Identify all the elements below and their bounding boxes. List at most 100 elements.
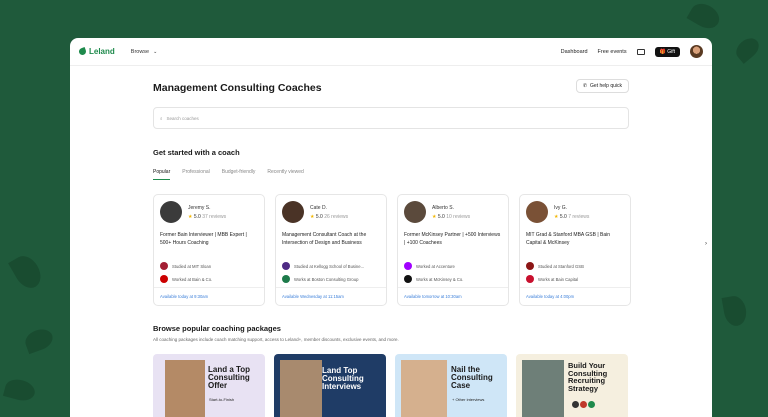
divider [520, 287, 630, 288]
school-logo-icon [160, 262, 168, 270]
coach-rating: 5.0 [315, 213, 323, 220]
package-photo [165, 360, 205, 417]
availability-link[interactable]: Available tomorrow at 10:30am [404, 294, 462, 299]
tab-popular[interactable]: Popular [153, 169, 171, 180]
background-decoration [22, 325, 56, 355]
packages-subtitle: All coaching packages include coach matc… [153, 337, 399, 342]
coach-reviews: 37 reviews [202, 213, 227, 220]
package-card[interactable]: Land a Top Consulting Offer Start-to-Fin… [153, 354, 265, 417]
package-tag: + Other interviews [452, 397, 485, 402]
coach-avatars-icon [572, 401, 595, 408]
coach-reviews: 26 reviews [324, 213, 349, 220]
coach-work: Works at Bain Capital [538, 276, 579, 282]
coach-reviews: 10 reviews [446, 213, 471, 220]
divider [398, 287, 508, 288]
company-logo-icon [526, 275, 534, 283]
coach-rating: 5.0 [437, 213, 445, 220]
app-window: Leland Browse ⌄ Dashboard Free events 🎁 … [70, 38, 712, 417]
gift-button[interactable]: 🎁 Gift [654, 46, 680, 57]
coach-work: Worked at Bain & Co. [172, 276, 213, 282]
leaf-icon [78, 47, 87, 56]
divider [276, 287, 386, 288]
star-icon: ★ [310, 213, 315, 220]
background-decoration [732, 34, 763, 64]
browse-label: Browse [130, 48, 150, 55]
package-card[interactable]: Land Top Consulting Interviews [274, 354, 386, 417]
star-icon: ★ [432, 213, 437, 220]
coach-name: Jeremy S. [188, 204, 211, 211]
coach-work: Works at McKinsey & Co. [416, 276, 464, 282]
coach-headline: Management Consultant Coach at the Inter… [282, 232, 367, 246]
company-logo-icon [404, 262, 412, 270]
chevron-right-icon[interactable]: › [705, 241, 712, 249]
coach-avatar [526, 201, 548, 223]
coach-tabs: Popular Professional Budget-friendly Rec… [153, 169, 304, 180]
coach-card[interactable]: Jeremy S. ★ 5.0 37 reviews Former Bain I… [153, 194, 265, 306]
package-photo [522, 360, 564, 417]
package-title: Land a Top Consulting Offer [208, 365, 251, 390]
coach-name: Ivy G. [554, 204, 568, 211]
coach-headline: MIT Grad & Stanford MBA GSB | Bain Capit… [526, 232, 611, 246]
package-tag: Start-to-Finish [209, 397, 235, 402]
package-photo [401, 360, 447, 417]
availability-link[interactable]: Available today at 9:30am [160, 294, 208, 299]
coach-name: Cate D. [310, 204, 327, 211]
search-input[interactable]: ⌕ Search coaches [153, 107, 629, 129]
coach-cards: Jeremy S. ★ 5.0 37 reviews Former Bain I… [153, 194, 631, 306]
mail-icon[interactable] [636, 48, 645, 55]
coach-avatar [160, 201, 182, 223]
coach-education: Studied at Stanford GSB [538, 263, 584, 269]
school-logo-icon [282, 262, 290, 270]
tab-professional[interactable]: Professional [182, 169, 210, 180]
coach-card[interactable]: Alberto S. ★ 5.0 10 reviews Former McKin… [397, 194, 509, 306]
gift-label: Gift [667, 48, 675, 55]
get-help-button[interactable]: ✆ Get help quick [575, 79, 629, 93]
company-logo-icon [282, 275, 290, 283]
package-title: Build Your Consulting Recruiting Strateg… [568, 361, 608, 393]
coach-name: Alberto S. [432, 204, 454, 211]
company-logo-icon [160, 275, 168, 283]
search-placeholder: Search coaches [166, 115, 199, 121]
package-title: Nail the Consulting Case [451, 365, 493, 390]
availability-link[interactable]: Available today at 4:00pm [526, 294, 574, 299]
package-card[interactable]: Build Your Consulting Recruiting Strateg… [516, 354, 628, 417]
user-avatar[interactable] [690, 45, 703, 58]
package-photo [280, 360, 322, 417]
package-cards: Land a Top Consulting Offer Start-to-Fin… [153, 354, 628, 417]
coach-headline: Former McKinsey Partner | +500 Interview… [404, 232, 501, 246]
background-decoration [686, 0, 724, 34]
divider [154, 287, 264, 288]
coach-card[interactable]: Cate D. ★ 5.0 26 reviews Management Cons… [275, 194, 387, 306]
background-decoration [2, 376, 38, 404]
coach-rating: 5.0 [559, 213, 567, 220]
phone-icon: ✆ [582, 83, 588, 89]
package-title: Land Top Consulting Interviews [322, 366, 364, 391]
coach-work-past: Worked at Accenture [416, 263, 455, 269]
help-label: Get help quick [590, 83, 622, 89]
coach-education: Studied at MIT Sloan [172, 263, 212, 269]
coach-card[interactable]: Ivy G. ★ 5.0 7 reviews MIT Grad & Stanfo… [519, 194, 631, 306]
main-content: Management Consulting Coaches ✆ Get help… [153, 38, 707, 417]
availability-link[interactable]: Available Wednesday at 11:15am [282, 294, 344, 299]
coach-education: Studied at Kellogg School of Busine... [294, 263, 365, 269]
tab-budget-friendly[interactable]: Budget-friendly [222, 169, 256, 180]
school-logo-icon [526, 262, 534, 270]
background-decoration [8, 251, 46, 293]
packages-title: Browse popular coaching packages [153, 324, 281, 333]
leland-logo[interactable]: Leland [78, 47, 115, 56]
coach-avatar [282, 201, 304, 223]
coach-headline: Former Bain Interviewer | MBB Expert | 5… [160, 232, 247, 246]
coach-rating: 5.0 [193, 213, 201, 220]
page-title: Management Consulting Coaches [153, 82, 322, 94]
coaches-section-title: Get started with a coach [153, 148, 240, 157]
star-icon: ★ [188, 213, 193, 220]
star-icon: ★ [554, 213, 559, 220]
coach-avatar [404, 201, 426, 223]
company-logo-icon [404, 275, 412, 283]
coach-reviews: 7 reviews [568, 213, 590, 220]
tab-recently-viewed[interactable]: Recently viewed [267, 169, 303, 180]
search-icon: ⌕ [160, 115, 163, 121]
coach-work: Works at Boston Consulting Group [294, 276, 359, 282]
package-card[interactable]: Nail the Consulting Case + Other intervi… [395, 354, 507, 417]
background-decoration [721, 294, 749, 328]
